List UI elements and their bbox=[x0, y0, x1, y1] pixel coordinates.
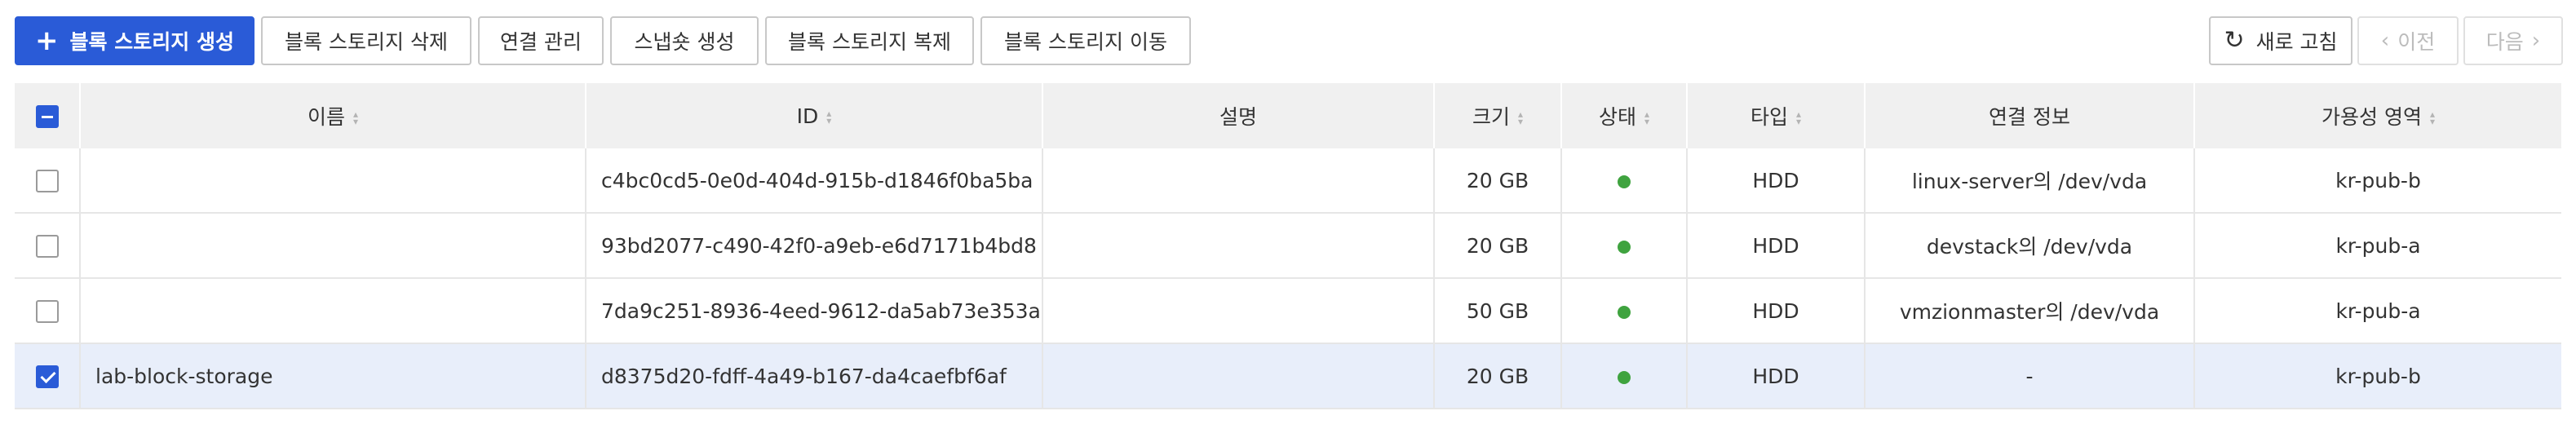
cell-type: HDD bbox=[1687, 213, 1866, 279]
manage-connections-button[interactable]: 연결 관리 bbox=[478, 16, 604, 65]
row-checkbox[interactable] bbox=[35, 235, 59, 258]
cell-connection: linux-server의 /dev/vda bbox=[1865, 148, 2195, 214]
table-row[interactable]: c4bc0cd5-0e0d-404d-915b-d1846f0ba5ba 20 … bbox=[15, 148, 2561, 214]
table-row-selected[interactable]: lab-block-storage d8375d20-fdff-4a49-b16… bbox=[15, 343, 2561, 409]
refresh-label: 새로 고침 bbox=[2255, 30, 2338, 54]
select-all-checkbox[interactable] bbox=[35, 105, 59, 128]
clone-block-storage-button[interactable]: 블록 스토리지 복제 bbox=[765, 16, 974, 65]
cell-name bbox=[80, 213, 586, 279]
next-page-button[interactable]: 다음 › bbox=[2463, 16, 2563, 65]
delete-block-storage-label: 블록 스토리지 삭제 bbox=[285, 30, 448, 54]
row-checkbox[interactable] bbox=[35, 170, 59, 192]
table-header-row: 이름 ▴ ▾ ID ▴ ▾ 설명 크기 ▴ ▾ 상태 ▴ ▾ 타입 ▴ ▾ 연결 정보 가용성 영역… bbox=[15, 83, 2561, 148]
cell-status bbox=[1561, 213, 1688, 279]
block-storage-table: 이름 ▴ ▾ ID ▴ ▾ 설명 크기 ▴ ▾ 상태 ▴ ▾ 타입 ▴ ▾ 연결 정보 가용성 영역… bbox=[15, 83, 2561, 409]
cell-connection: - bbox=[1865, 343, 2195, 409]
cell-status bbox=[1561, 278, 1688, 344]
cell-type: HDD bbox=[1687, 343, 1866, 409]
manage-connections-label: 연결 관리 bbox=[500, 30, 582, 54]
cell-size: 20 GB bbox=[1434, 213, 1562, 279]
column-header-connection-label: 연결 정보 bbox=[1989, 105, 2070, 129]
status-dot bbox=[1618, 305, 1631, 319]
column-header-status[interactable]: 상태 ▴ ▾ bbox=[1561, 83, 1688, 148]
sort-icon: ▴ ▾ bbox=[826, 107, 832, 126]
create-snapshot-button[interactable]: 스냅숏 생성 bbox=[610, 16, 759, 65]
cell-connection: vmzionmaster의 /dev/vda bbox=[1865, 278, 2195, 344]
column-header-name-label: 이름 bbox=[307, 105, 345, 129]
status-dot bbox=[1618, 240, 1631, 254]
sort-icon: ▴ ▾ bbox=[352, 108, 359, 127]
column-header-zone-label: 가용성 영역 bbox=[2321, 105, 2422, 129]
cell-description bbox=[1042, 278, 1435, 344]
sort-icon: ▴ ▾ bbox=[1517, 108, 1524, 127]
chevron-left-icon: ‹ bbox=[2380, 29, 2390, 53]
chevron-right-icon: › bbox=[2531, 29, 2541, 53]
column-header-status-label: 상태 bbox=[1598, 105, 1636, 129]
delete-block-storage-button[interactable]: 블록 스토리지 삭제 bbox=[261, 16, 471, 65]
column-header-type[interactable]: 타입 ▴ ▾ bbox=[1687, 83, 1866, 148]
table-row[interactable]: 7da9c251-8936-4eed-9612-da5ab73e353a 50 … bbox=[15, 278, 2561, 344]
row-select-cell[interactable] bbox=[15, 278, 81, 344]
create-block-storage-button[interactable]: + 블록 스토리지 생성 bbox=[15, 16, 255, 65]
row-select-cell[interactable] bbox=[15, 343, 81, 409]
select-all-cell[interactable] bbox=[15, 83, 81, 148]
column-header-description: 설명 bbox=[1042, 83, 1435, 148]
move-block-storage-label: 블록 스토리지 이동 bbox=[1004, 30, 1167, 54]
column-header-zone[interactable]: 가용성 영역 ▴ ▾ bbox=[2194, 83, 2561, 148]
plus-icon: + bbox=[35, 24, 59, 57]
column-header-description-label: 설명 bbox=[1219, 105, 1257, 129]
row-select-cell[interactable] bbox=[15, 213, 81, 279]
status-dot bbox=[1618, 175, 1631, 188]
move-block-storage-button[interactable]: 블록 스토리지 이동 bbox=[980, 16, 1191, 65]
cell-name bbox=[80, 148, 586, 214]
cell-zone: kr-pub-b bbox=[2194, 343, 2561, 409]
cell-size: 20 GB bbox=[1434, 343, 1562, 409]
toolbar: + 블록 스토리지 생성 블록 스토리지 삭제 연결 관리 스냅숏 생성 블록 … bbox=[0, 0, 2576, 82]
refresh-icon: ↻ bbox=[2224, 26, 2245, 55]
column-header-id[interactable]: ID ▴ ▾ bbox=[586, 83, 1043, 148]
cell-size: 50 GB bbox=[1434, 278, 1562, 344]
cell-description bbox=[1042, 213, 1435, 279]
cell-zone: kr-pub-a bbox=[2194, 213, 2561, 279]
row-select-cell[interactable] bbox=[15, 148, 81, 214]
column-header-size[interactable]: 크기 ▴ ▾ bbox=[1434, 83, 1562, 148]
cell-name: lab-block-storage bbox=[80, 343, 586, 409]
cell-id: d8375d20-fdff-4a49-b167-da4caefbf6af bbox=[586, 343, 1043, 409]
cell-size: 20 GB bbox=[1434, 148, 1562, 214]
status-dot bbox=[1618, 370, 1631, 384]
clone-block-storage-label: 블록 스토리지 복제 bbox=[788, 30, 951, 54]
cell-id: c4bc0cd5-0e0d-404d-915b-d1846f0ba5ba bbox=[586, 148, 1043, 214]
prev-page-button[interactable]: ‹ 이전 bbox=[2357, 16, 2459, 65]
create-block-storage-label: 블록 스토리지 생성 bbox=[69, 30, 234, 54]
cell-name bbox=[80, 278, 586, 344]
cell-zone: kr-pub-b bbox=[2194, 148, 2561, 214]
refresh-button[interactable]: ↻ 새로 고침 bbox=[2209, 16, 2352, 65]
column-header-connection: 연결 정보 bbox=[1865, 83, 2195, 148]
row-checkbox-checked[interactable] bbox=[35, 365, 59, 388]
sort-icon: ▴ ▾ bbox=[2429, 108, 2435, 127]
cell-connection: devstack의 /dev/vda bbox=[1865, 213, 2195, 279]
sort-icon: ▴ ▾ bbox=[1644, 108, 1650, 127]
column-header-name[interactable]: 이름 ▴ ▾ bbox=[80, 83, 586, 148]
column-header-size-label: 크기 bbox=[1472, 105, 1510, 129]
cell-description bbox=[1042, 343, 1435, 409]
column-header-id-label: ID bbox=[796, 104, 819, 128]
prev-page-label: 이전 bbox=[2397, 30, 2436, 54]
sort-icon: ▴ ▾ bbox=[1795, 108, 1802, 127]
create-snapshot-label: 스냅숏 생성 bbox=[634, 30, 735, 54]
cell-status bbox=[1561, 343, 1688, 409]
table-row[interactable]: 93bd2077-c490-42f0-a9eb-e6d7171b4bd8 20 … bbox=[15, 213, 2561, 279]
cell-description bbox=[1042, 148, 1435, 214]
row-checkbox[interactable] bbox=[35, 300, 59, 323]
cell-status bbox=[1561, 148, 1688, 214]
cell-type: HDD bbox=[1687, 278, 1866, 344]
next-page-label: 다음 bbox=[2485, 30, 2524, 54]
column-header-type-label: 타입 bbox=[1750, 105, 1788, 129]
cell-id: 7da9c251-8936-4eed-9612-da5ab73e353a bbox=[586, 278, 1043, 344]
cell-type: HDD bbox=[1687, 148, 1866, 214]
cell-zone: kr-pub-a bbox=[2194, 278, 2561, 344]
cell-id: 93bd2077-c490-42f0-a9eb-e6d7171b4bd8 bbox=[586, 213, 1043, 279]
